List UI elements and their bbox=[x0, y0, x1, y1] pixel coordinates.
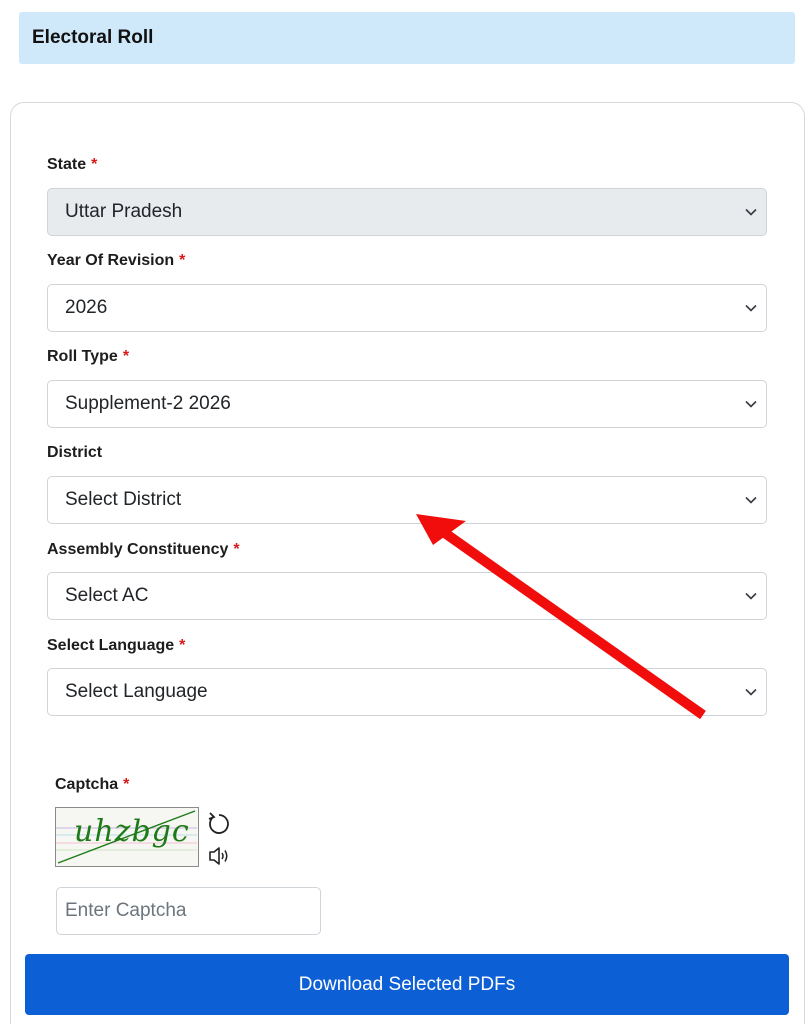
download-selected-pdfs-button[interactable]: Download Selected PDFs bbox=[25, 954, 789, 1015]
state-select[interactable]: Uttar Pradesh bbox=[47, 188, 767, 236]
chevron-down-icon bbox=[745, 592, 757, 600]
district-select[interactable]: Select District bbox=[47, 476, 767, 524]
district-label: District bbox=[47, 444, 102, 462]
captcha-label: Captcha * bbox=[55, 776, 129, 794]
assembly-select-value: Select AC bbox=[65, 585, 149, 606]
roll-type-label-text: Roll Type bbox=[47, 348, 118, 365]
assembly-label-text: Assembly Constituency bbox=[47, 541, 229, 558]
language-label: Select Language * bbox=[47, 637, 185, 655]
language-label-text: Select Language bbox=[47, 637, 175, 654]
assembly-select[interactable]: Select AC bbox=[47, 572, 767, 620]
district-label-text: District bbox=[47, 444, 103, 461]
roll-type-select[interactable]: Supplement-2 2026 bbox=[47, 380, 767, 428]
state-label: State * bbox=[47, 156, 97, 174]
captcha-image: uhzbgc bbox=[55, 807, 199, 867]
assembly-label: Assembly Constituency * bbox=[47, 541, 240, 559]
chevron-down-icon bbox=[745, 688, 757, 696]
captcha-label-text: Captcha bbox=[55, 776, 119, 793]
year-select-value: 2026 bbox=[65, 297, 108, 318]
language-select[interactable]: Select Language bbox=[47, 668, 767, 716]
captcha-input[interactable] bbox=[56, 887, 321, 935]
chevron-down-icon bbox=[745, 304, 757, 312]
year-label: Year Of Revision * bbox=[47, 252, 185, 270]
district-select-value: Select District bbox=[65, 489, 182, 510]
page-title: Electoral Roll bbox=[32, 27, 154, 48]
chevron-down-icon bbox=[745, 400, 757, 408]
roll-type-label: Roll Type * bbox=[47, 348, 129, 366]
required-mark: * bbox=[179, 637, 186, 654]
captcha-noise bbox=[56, 810, 197, 864]
speaker-icon[interactable] bbox=[206, 843, 232, 869]
form-card bbox=[10, 102, 805, 1024]
page-header: Electoral Roll bbox=[19, 12, 795, 64]
chevron-down-icon bbox=[745, 208, 757, 216]
language-select-value: Select Language bbox=[65, 681, 208, 702]
refresh-icon[interactable] bbox=[206, 811, 232, 837]
roll-type-select-value: Supplement-2 2026 bbox=[65, 393, 231, 414]
required-mark: * bbox=[91, 156, 98, 173]
year-select[interactable]: 2026 bbox=[47, 284, 767, 332]
chevron-down-icon bbox=[745, 496, 757, 504]
year-label-text: Year Of Revision bbox=[47, 252, 175, 269]
required-mark: * bbox=[179, 252, 186, 269]
required-mark: * bbox=[122, 348, 130, 365]
required-mark: * bbox=[233, 541, 240, 558]
state-select-value: Uttar Pradesh bbox=[65, 201, 183, 222]
page: Electoral Roll State * Uttar Pradesh Year… bbox=[0, 0, 808, 1024]
state-label-text: State bbox=[47, 156, 87, 173]
required-mark: * bbox=[123, 776, 130, 793]
